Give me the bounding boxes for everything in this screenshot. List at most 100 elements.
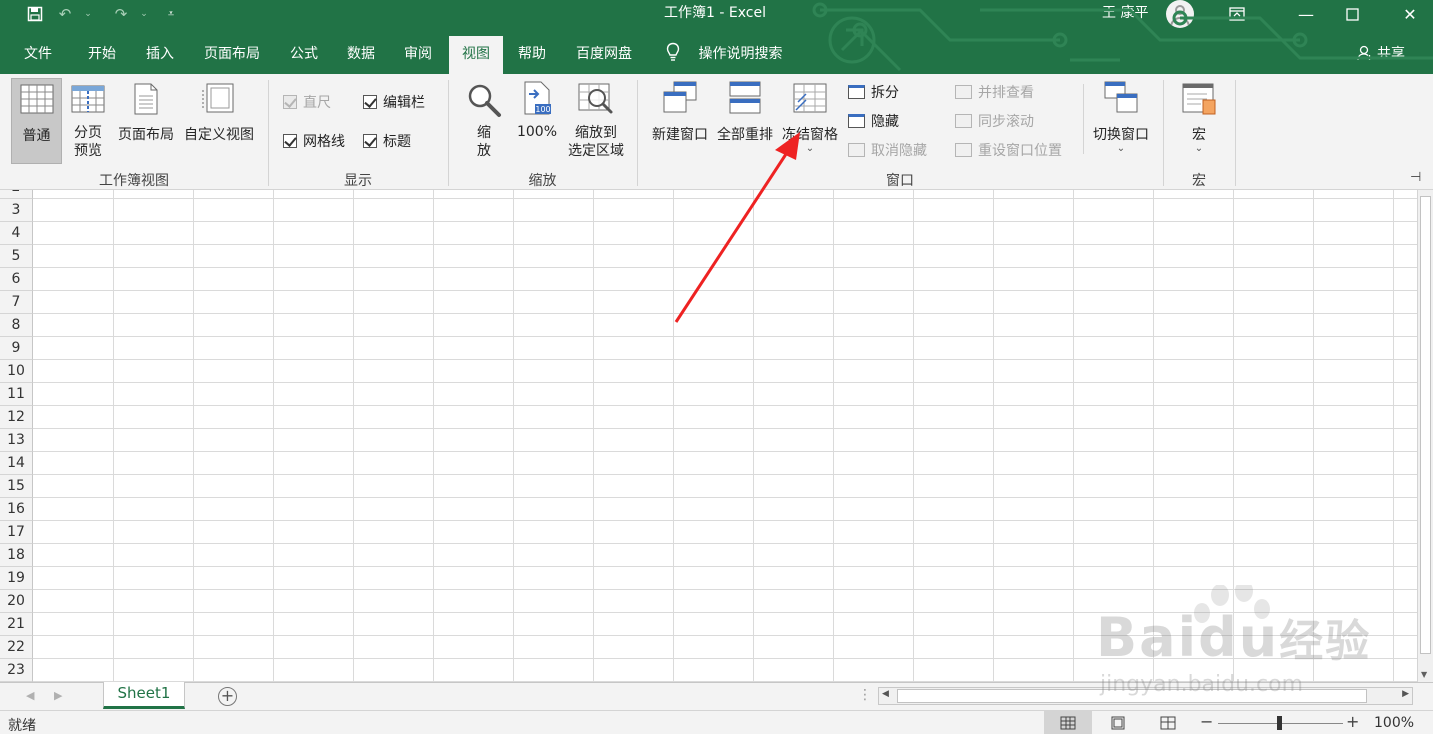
unhide-button[interactable]: 取消隐藏 <box>848 140 927 160</box>
view-side-by-side-button[interactable]: 并排查看 <box>955 82 1034 102</box>
group-label-zoom: 缩放 <box>528 173 557 189</box>
redo-icon: ↷ <box>114 5 128 23</box>
scroll-left-arrow[interactable]: ◀ <box>882 689 889 699</box>
row-header[interactable]: 7 <box>0 291 33 314</box>
tab-formulas[interactable]: 公式 <box>276 38 332 74</box>
switch-windows-icon <box>1104 81 1138 113</box>
normal-view-status-button[interactable] <box>1044 711 1092 734</box>
switch-windows-button[interactable]: 切换窗口 ⌄ <box>1088 78 1154 164</box>
tab-page-layout[interactable]: 页面布局 <box>194 38 270 74</box>
add-sheet-button[interactable]: + <box>218 687 237 706</box>
reset-window-position-button[interactable]: 重设窗口位置 <box>955 140 1062 160</box>
row-header[interactable]: 3 <box>0 199 33 222</box>
formula-bar-checkbox[interactable]: 编辑栏 <box>363 92 425 112</box>
synchronous-scrolling-button[interactable]: 同步滚动 <box>955 111 1034 131</box>
page-layout-view-button[interactable]: 页面布局 <box>114 78 178 164</box>
redo-button[interactable]: ↷ <box>108 2 134 26</box>
new-window-button[interactable]: 新建窗口 <box>648 78 712 164</box>
row-header[interactable]: 17 <box>0 521 33 544</box>
maximize-button[interactable] <box>1329 0 1375 28</box>
row-header[interactable]: 8 <box>0 314 33 337</box>
customize-qat-button[interactable]: ⩡ <box>164 2 178 26</box>
ruler-label: 直尺 <box>303 95 331 111</box>
undo-dropdown[interactable]: ⌄ <box>82 2 94 26</box>
macros-button[interactable]: 宏 ⌄ <box>1174 78 1224 164</box>
window-title: 工作簿1 - Excel <box>664 5 766 21</box>
scroll-down-arrow[interactable]: ▼ <box>1421 670 1427 679</box>
ribbon-display-options-button[interactable] <box>1214 0 1260 28</box>
normal-view-button[interactable]: 普通 <box>11 78 62 164</box>
save-button[interactable] <box>22 2 48 26</box>
tab-file[interactable]: 文件 <box>10 38 66 74</box>
close-button[interactable]: ✕ <box>1387 0 1433 28</box>
zoom-out-button[interactable]: − <box>1200 712 1213 731</box>
row-header[interactable]: 18 <box>0 544 33 567</box>
zoom-100-button[interactable]: 100 100% <box>513 78 561 164</box>
headings-checkbox[interactable]: 标题 <box>363 131 411 151</box>
row-header[interactable]: 19 <box>0 567 33 590</box>
row-header[interactable]: 2 <box>0 190 33 199</box>
row-header[interactable]: 10 <box>0 360 33 383</box>
gridline <box>433 190 434 682</box>
row-header[interactable]: 21 <box>0 613 33 636</box>
scroll-right-arrow[interactable]: ▶ <box>1402 689 1409 699</box>
zoom-slider-thumb[interactable] <box>1277 716 1282 730</box>
row-header[interactable]: 9 <box>0 337 33 360</box>
side-by-side-label: 并排查看 <box>978 85 1034 101</box>
custom-views-button[interactable]: 自定义视图 <box>180 78 258 164</box>
tab-insert[interactable]: 插入 <box>132 38 188 74</box>
row-header[interactable]: 4 <box>0 222 33 245</box>
sheet-nav-next[interactable]: ▶ <box>54 689 62 702</box>
zoom-in-button[interactable]: + <box>1346 712 1359 731</box>
tab-review[interactable]: 审阅 <box>390 38 446 74</box>
tab-view[interactable]: 视图 <box>449 36 503 74</box>
tab-home[interactable]: 开始 <box>74 38 130 74</box>
user-name[interactable]: 王 康平 <box>1102 0 1148 28</box>
row-header[interactable]: 11 <box>0 383 33 406</box>
tab-data[interactable]: 数据 <box>333 38 389 74</box>
row-header[interactable]: 20 <box>0 590 33 613</box>
row-header[interactable]: 23 <box>0 659 33 682</box>
zoom-button[interactable]: 缩 放 <box>462 78 506 164</box>
row-header[interactable]: 12 <box>0 406 33 429</box>
sheet-tab-sheet1[interactable]: Sheet1 <box>103 682 185 709</box>
hide-button[interactable]: 隐藏 <box>848 111 899 131</box>
row-header[interactable]: 15 <box>0 475 33 498</box>
redo-dropdown[interactable]: ⌄ <box>138 2 150 26</box>
gridlines-checkbox[interactable]: 网格线 <box>283 131 345 151</box>
zoom-label-2: 放 <box>477 143 491 159</box>
avatar[interactable] <box>1166 0 1194 28</box>
zoom-100-icon: 100 <box>524 81 551 115</box>
row-header[interactable]: 6 <box>0 268 33 291</box>
tab-help[interactable]: 帮助 <box>505 38 559 74</box>
sync-scroll-label: 同步滚动 <box>978 114 1034 130</box>
row-header[interactable]: 14 <box>0 452 33 475</box>
split-button[interactable]: 拆分 <box>848 82 899 102</box>
page-layout-status-button[interactable] <box>1094 711 1142 734</box>
sheet-nav-prev[interactable]: ◀ <box>26 689 34 702</box>
row-header[interactable]: 5 <box>0 245 33 268</box>
gridline <box>33 428 1417 429</box>
undo-button[interactable]: ↶ <box>52 2 78 26</box>
zoom-level[interactable]: 100% <box>1374 715 1414 731</box>
page-break-preview-button[interactable]: 分页 预览 <box>66 78 110 164</box>
page-layout-label: 页面布局 <box>118 127 174 143</box>
row-header[interactable]: 22 <box>0 636 33 659</box>
page-break-status-button[interactable] <box>1144 711 1192 734</box>
tab-split-handle[interactable]: ⋮ <box>858 687 872 703</box>
customize-icon: ⩡ <box>167 7 175 20</box>
vertical-scroll-thumb[interactable] <box>1420 196 1431 654</box>
tab-baidu-netdisk[interactable]: 百度网盘 <box>565 38 643 74</box>
row-header[interactable]: 16 <box>0 498 33 521</box>
share-button[interactable]: 共享 <box>1357 38 1405 70</box>
freeze-panes-button[interactable]: 冻结窗格 ⌄ <box>778 78 842 164</box>
row-header[interactable]: 13 <box>0 429 33 452</box>
ruler-checkbox[interactable]: 直尺 <box>283 92 331 112</box>
arrange-all-button[interactable]: 全部重排 <box>714 78 776 164</box>
vertical-scrollbar[interactable]: ▼ <box>1417 190 1433 682</box>
zoom-to-selection-button[interactable]: 缩放到 选定区域 <box>563 78 629 164</box>
formula-bar-label: 编辑栏 <box>383 95 425 111</box>
tell-me-search[interactable]: 操作说明搜索 <box>666 38 782 70</box>
minimize-button[interactable]: — <box>1283 0 1329 28</box>
pin-ribbon-button[interactable]: ⊣ <box>1410 170 1421 185</box>
